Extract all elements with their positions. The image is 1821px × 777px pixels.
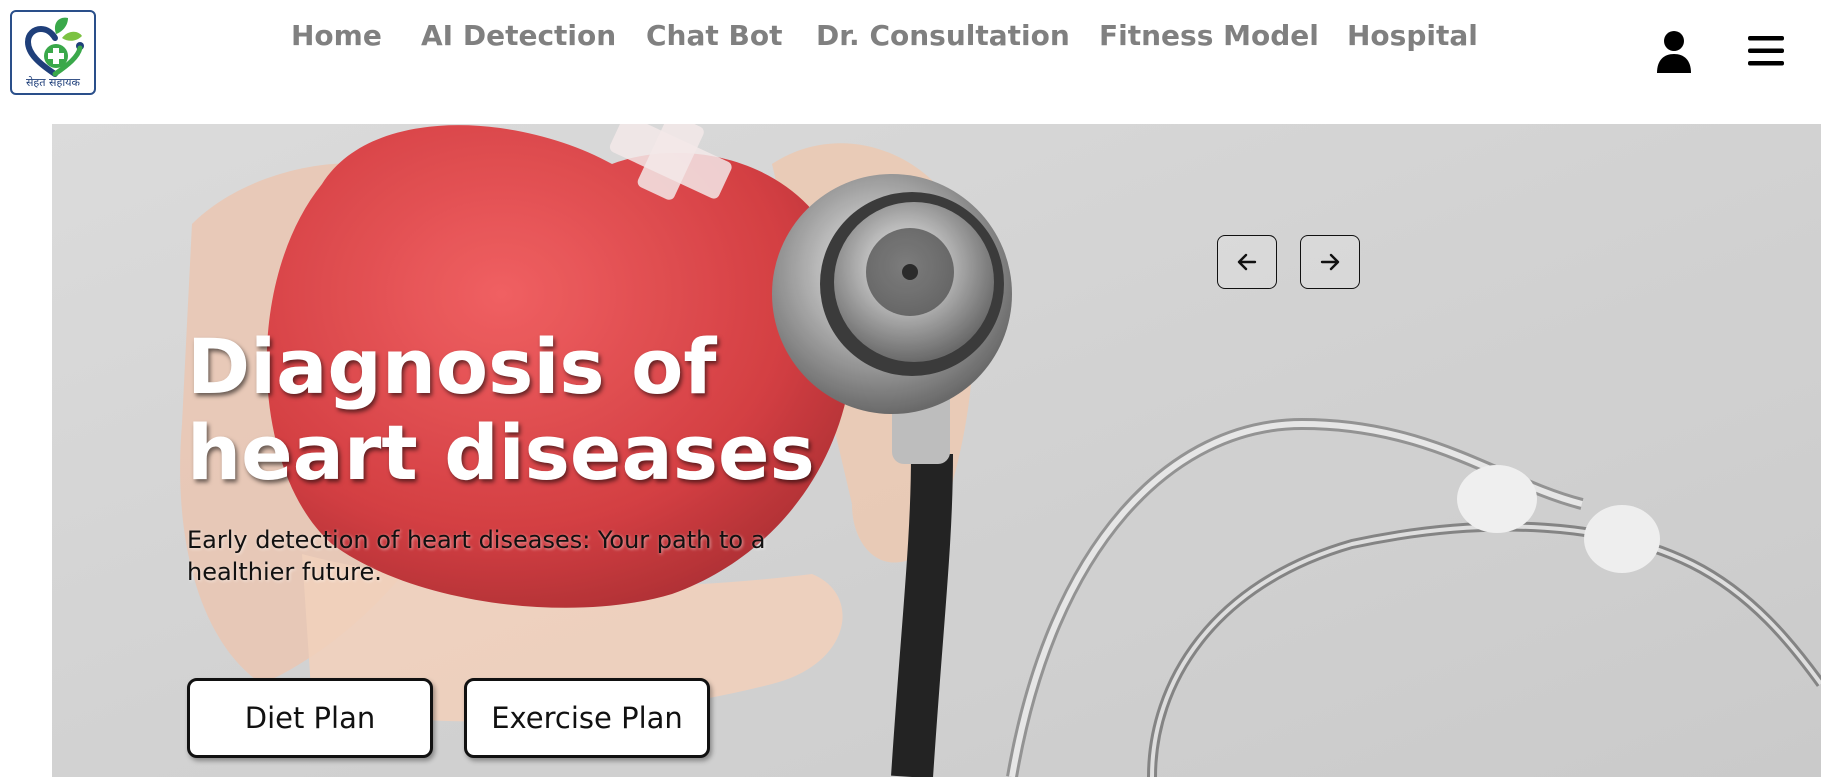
- main-nav: Home AI Detection Chat Bot Dr. Consultat…: [0, 16, 1821, 56]
- logo-text: सेहत सहायक: [26, 76, 80, 89]
- arrow-left-icon: [1237, 253, 1257, 271]
- carousel-next-button[interactable]: [1300, 235, 1360, 289]
- nav-item-home[interactable]: Home: [291, 16, 382, 56]
- hero-banner: Diagnosis of heart diseases Early detect…: [52, 124, 1821, 777]
- nav-item-hospital[interactable]: Hospital: [1347, 16, 1478, 56]
- hero-subtitle: Early detection of heart diseases: Your …: [187, 526, 766, 586]
- carousel-prev-button[interactable]: [1217, 235, 1277, 289]
- diet-plan-button[interactable]: Diet Plan: [187, 678, 433, 758]
- exercise-plan-button[interactable]: Exercise Plan: [464, 678, 710, 758]
- nav-item-ai-detection[interactable]: AI Detection: [421, 16, 616, 56]
- user-icon[interactable]: [1655, 30, 1693, 74]
- nav-item-chat-bot[interactable]: Chat Bot: [646, 16, 782, 56]
- hamburger-menu-icon[interactable]: [1748, 34, 1784, 68]
- arrow-right-icon: [1320, 253, 1340, 271]
- nav-item-fitness-model[interactable]: Fitness Model: [1099, 16, 1319, 56]
- hero-title: Diagnosis of heart diseases: [187, 322, 815, 497]
- nav-item-dr-consultation[interactable]: Dr. Consultation: [816, 16, 1070, 56]
- site-header: सेहत सहायक Home AI Detection Chat Bot Dr…: [0, 0, 1821, 124]
